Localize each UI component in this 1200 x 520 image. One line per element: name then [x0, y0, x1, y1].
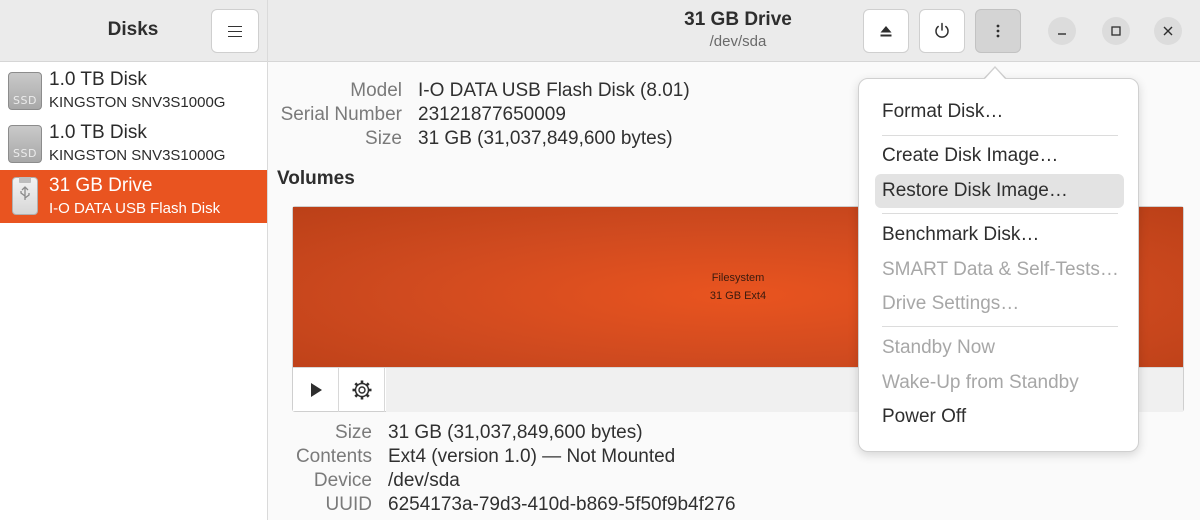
model-label: Model [350, 80, 402, 101]
maximize-button[interactable] [1102, 17, 1130, 45]
menu-item-benchmark-disk[interactable]: Benchmark Disk… [875, 218, 1124, 252]
uuid-value: 6254173a-79d3-410d-b869-5f50f9b4f276 [388, 494, 736, 515]
window-subtitle: /dev/sda [709, 33, 767, 50]
window-title: 31 GB Drive [684, 9, 792, 30]
menu-item-format-disk[interactable]: Format Disk… [875, 95, 1124, 129]
hamburger-menu-icon [228, 25, 242, 38]
disk-name: 31 GB Drive [49, 175, 153, 196]
more-vertical-icon [996, 24, 1000, 38]
usb-drive-icon [12, 177, 38, 215]
popover-arrow-fill [984, 68, 1006, 80]
disk-list-item-1tb-disk-2[interactable]: SSD 1.0 TB Disk KINGSTON SNV3S1000G [0, 117, 267, 170]
uuid-label: UUID [325, 494, 372, 515]
menu-item-drive-settings[interactable]: Drive Settings… [875, 287, 1124, 321]
menu-item-restore-disk-image[interactable]: Restore Disk Image… [875, 174, 1124, 208]
header-bar: 31 GB Drive /dev/sda [268, 0, 1200, 62]
drive-options-menu: Format Disk… Create Disk Image… Restore … [858, 78, 1139, 452]
menu-item-smart-data[interactable]: SMART Data & Self-Tests… [875, 253, 1124, 287]
maximize-icon [1111, 26, 1121, 36]
serial-number-label: Serial Number [280, 104, 402, 125]
gear-icon [352, 380, 371, 400]
ssd-icon: SSD [8, 125, 42, 163]
disk-list-item-1tb-disk-1[interactable]: SSD 1.0 TB Disk KINGSTON SNV3S1000G [0, 64, 267, 117]
disk-name: 1.0 TB Disk [49, 69, 147, 90]
contents-label: Contents [295, 446, 372, 467]
menu-separator [882, 135, 1118, 136]
close-icon [1163, 26, 1173, 36]
minimize-button[interactable] [1048, 17, 1076, 45]
volume-size-label: Size [335, 422, 372, 443]
menu-item-power-off[interactable]: Power Off [875, 400, 1124, 434]
ssd-icon: SSD [8, 72, 42, 110]
menu-separator [882, 213, 1118, 214]
volume-size-value: 31 GB (31,037,849,600 bytes) [388, 422, 643, 443]
menu-item-standby-now[interactable]: Standby Now [875, 331, 1124, 365]
power-icon [935, 22, 949, 38]
eject-button[interactable] [863, 9, 909, 53]
disk-model: KINGSTON SNV3S1000G [49, 94, 226, 111]
disk-model: I-O DATA USB Flash Disk [49, 200, 221, 217]
power-off-button[interactable] [919, 9, 965, 53]
contents-value: Ext4 (version 1.0) — Not Mounted [388, 446, 676, 467]
menu-item-create-disk-image[interactable]: Create Disk Image… [875, 139, 1124, 173]
disk-name: 1.0 TB Disk [49, 122, 147, 143]
size-label: Size [365, 128, 402, 149]
main-menu-button[interactable] [211, 9, 259, 53]
disk-list-item-31gb-drive[interactable]: 31 GB Drive I-O DATA USB Flash Disk [0, 170, 267, 223]
menu-separator [882, 326, 1118, 327]
mount-button[interactable] [293, 368, 339, 412]
size-value: 31 GB (31,037,849,600 bytes) [418, 128, 673, 149]
volumes-heading: Volumes [277, 168, 355, 189]
sidebar: Disks SSD 1.0 TB Disk KINGSTON SNV3S1000… [0, 0, 268, 520]
device-label: Device [313, 470, 372, 491]
sidebar-header: Disks [0, 0, 267, 62]
device-value: /dev/sda [388, 470, 460, 491]
eject-icon [880, 26, 892, 37]
close-button[interactable] [1154, 17, 1182, 45]
model-value: I-O DATA USB Flash Disk (8.01) [418, 80, 690, 101]
disk-model: KINGSTON SNV3S1000G [49, 147, 226, 164]
drive-options-button[interactable] [975, 9, 1021, 53]
partition-settings-button[interactable] [339, 368, 385, 412]
serial-number-value: 23121877650009 [418, 104, 566, 125]
minimize-icon [1058, 33, 1066, 35]
menu-item-wake-up[interactable]: Wake-Up from Standby [875, 366, 1124, 400]
play-icon [310, 383, 322, 397]
